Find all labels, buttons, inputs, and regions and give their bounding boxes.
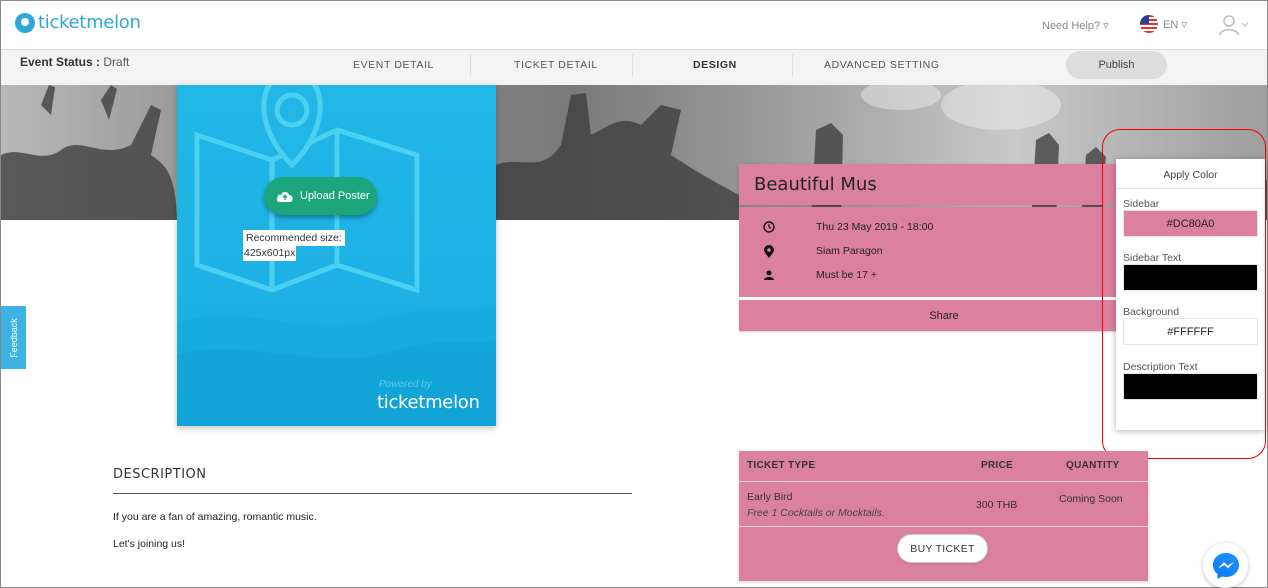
tab-divider [792, 54, 793, 76]
event-date: Thu 23 May 2019 - 18:00 [816, 221, 934, 233]
event-venue: Siam Paragon [816, 245, 883, 257]
tab-divider [632, 54, 633, 76]
language-label: EN ▿ [1163, 18, 1187, 31]
description-text-color-label: Description Text [1123, 361, 1198, 373]
cloud-upload-icon [276, 191, 293, 202]
feedback-tab[interactable]: Feedback [1, 306, 26, 369]
chevron-down-icon [1241, 22, 1249, 27]
apply-color-panel: Apply Color Sidebar #DC80A0 Sidebar Text… [1116, 159, 1265, 430]
ticket-name: Early Bird [747, 491, 793, 503]
person-icon [739, 270, 799, 280]
background-color-label: Background [1123, 306, 1180, 318]
powered-by-label: Powered by [379, 379, 432, 390]
event-subnav: Event Status : Draft EVENT DETAIL TICKET… [1, 49, 1267, 85]
sidebar-color-swatch[interactable]: #DC80A0 [1123, 210, 1258, 237]
ticket-price: 300 THB [976, 499, 1018, 511]
upload-poster-label: Upload Poster [300, 190, 370, 202]
ticket-note: Free 1 Cocktails or Mocktails. [747, 507, 885, 519]
user-menu[interactable] [1219, 14, 1249, 36]
top-header: ticketmelon Need Help? ▿ EN ▿ [1, 1, 1267, 49]
event-venue-row: Siam Paragon [739, 242, 883, 260]
map-pin-illustration [177, 85, 496, 426]
event-age-restriction: Must be 17 + [816, 269, 877, 281]
ticket-type-header: TICKET TYPE [747, 460, 816, 471]
sidebar-color-label: Sidebar [1123, 198, 1160, 210]
description-heading: DESCRIPTION [113, 467, 207, 482]
event-status: Event Status : Draft [20, 55, 129, 69]
description-text-color-swatch[interactable] [1123, 373, 1258, 400]
tab-design[interactable]: DESIGN [693, 59, 737, 71]
table-divider [739, 526, 1148, 527]
logo-icon [15, 12, 35, 33]
event-date-row: Thu 23 May 2019 - 18:00 [739, 218, 933, 236]
event-poster-placeholder[interactable]: Upload Poster Recommended size: 425x601p… [177, 85, 496, 426]
event-status-value: Draft [103, 55, 130, 69]
publish-button[interactable]: Publish [1066, 51, 1167, 79]
ticket-table: TICKET TYPE PRICE QUANTITY Early Bird Fr… [739, 451, 1148, 581]
table-divider [739, 481, 1148, 482]
tab-divider [470, 54, 471, 76]
upload-poster-button[interactable]: Upload Poster [264, 177, 377, 215]
quantity-header: QUANTITY [1066, 460, 1120, 471]
share-button[interactable]: Share [739, 300, 1149, 331]
event-age-row: Must be 17 + [739, 266, 877, 284]
location-pin-icon [739, 244, 799, 258]
apply-color-title: Apply Color [1116, 159, 1265, 189]
description-divider [113, 493, 632, 494]
tab-event-detail[interactable]: EVENT DETAIL [353, 59, 434, 71]
us-flag-icon [1140, 15, 1158, 33]
recommended-size-value: 425x601px [243, 245, 297, 261]
need-help-menu[interactable]: Need Help? ▿ [1042, 19, 1109, 32]
tab-advanced-setting[interactable]: ADVANCED SETTING [824, 59, 940, 71]
ticketmelon-logo[interactable]: ticketmelon [15, 12, 141, 33]
event-info-card: Thu 23 May 2019 - 18:00 Siam Paragon Mus… [739, 207, 1149, 297]
price-header: PRICE [981, 460, 1014, 471]
logo-text: ticketmelon [38, 12, 141, 33]
messenger-icon [1212, 552, 1239, 579]
sidebar-text-color-label: Sidebar Text [1123, 252, 1182, 264]
event-title: Beautiful Mus [739, 164, 1149, 205]
tab-ticket-detail[interactable]: TICKET DETAIL [514, 59, 598, 71]
messenger-chat-button[interactable] [1203, 543, 1248, 588]
feedback-label: Feedback [8, 317, 19, 358]
recommended-size-label: Recommended size: [243, 230, 345, 246]
clock-icon [739, 221, 799, 233]
buy-ticket-button[interactable]: BUY TICKET [897, 534, 988, 563]
ticket-quantity: Coming Soon [1059, 493, 1123, 505]
background-color-swatch[interactable]: #FFFFFF [1123, 318, 1258, 345]
user-icon [1219, 15, 1239, 36]
description-paragraph: If you are a fan of amazing, romantic mu… [113, 511, 317, 523]
poster-logo-text: ticketmelon [377, 392, 480, 413]
language-selector[interactable]: EN ▿ [1140, 15, 1187, 33]
sidebar-text-color-swatch[interactable] [1123, 264, 1258, 291]
event-status-label: Event Status : [20, 55, 101, 69]
description-paragraph: Let's joining us! [113, 538, 186, 550]
